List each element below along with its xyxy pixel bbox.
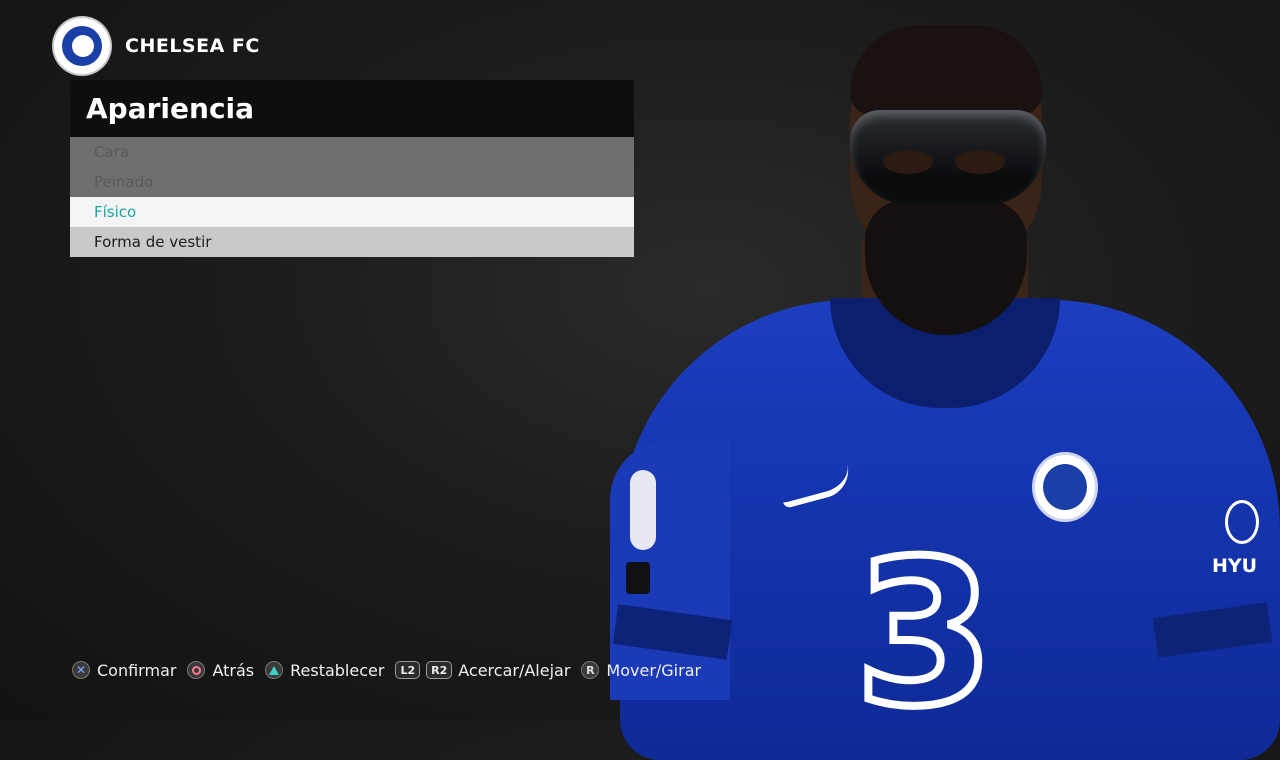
- menu-item-cara: Cara: [70, 137, 634, 167]
- hint-label: Acercar/Alejar: [458, 660, 571, 680]
- sleeve-patch-icon: [626, 562, 650, 594]
- hint-label: Confirmar: [97, 660, 177, 680]
- hint-confirm[interactable]: ✕ Confirmar: [72, 661, 176, 680]
- hint-zoom[interactable]: L2 R2 Acercar/Alejar: [395, 661, 570, 680]
- cross-button-icon: ✕: [72, 661, 90, 679]
- sleeve-sponsor-text: HYU: [1212, 555, 1258, 577]
- panel-title: Apariencia: [70, 80, 634, 137]
- jersey-crest-icon: [1032, 452, 1098, 522]
- hint-back[interactable]: Atrás: [187, 661, 254, 680]
- menu-item-fisico[interactable]: Físico: [70, 197, 634, 227]
- hyundai-logo-icon: [1225, 500, 1259, 544]
- r-stick-icon: R: [581, 661, 600, 679]
- appearance-panel: Apariencia Cara Peinado Físico Forma de …: [70, 80, 634, 257]
- hint-label: Restablecer: [290, 660, 385, 680]
- control-hints: ✕ Confirmar Atrás Restablecer L2 R2 Acer…: [72, 658, 712, 682]
- hint-label: Atrás: [212, 660, 255, 680]
- triangle-button-icon: [265, 661, 284, 679]
- l2-button-icon: L2: [395, 661, 421, 679]
- hint-move-rotate[interactable]: R Mover/Girar: [581, 661, 701, 680]
- right-eye: [955, 150, 1005, 174]
- hair: [850, 25, 1042, 115]
- r2-button-icon: R2: [426, 661, 453, 679]
- club-name: CHELSEA FC: [125, 35, 260, 57]
- left-eye: [883, 150, 933, 174]
- circle-button-icon: [187, 661, 206, 679]
- club-header: CHELSEA FC: [54, 18, 260, 74]
- sponsor-three-logo-icon: 3: [851, 518, 998, 751]
- league-patch-icon: [630, 470, 656, 550]
- menu-item-forma-de-vestir[interactable]: Forma de vestir: [70, 227, 634, 257]
- hint-label: Mover/Girar: [606, 660, 702, 680]
- hint-reset[interactable]: Restablecer: [265, 661, 384, 680]
- face-mask: [850, 110, 1046, 205]
- player-model[interactable]: 3 HYU: [600, 0, 1280, 760]
- menu-item-peinado: Peinado: [70, 167, 634, 197]
- chelsea-crest-icon: [54, 18, 110, 74]
